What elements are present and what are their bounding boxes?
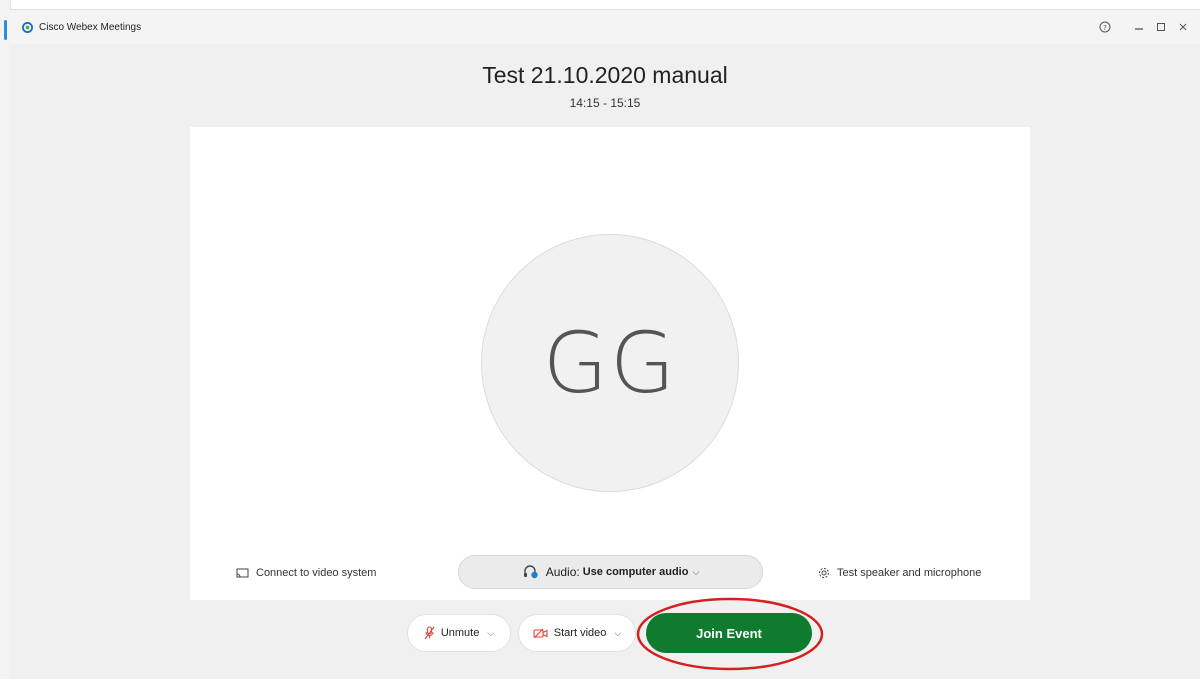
avatar-initials: GG [542, 314, 678, 412]
join-event-button[interactable]: Join Event [646, 613, 812, 653]
audio-label: Audio: [545, 565, 580, 579]
test-speaker-microphone-label: Test speaker and microphone [837, 567, 982, 579]
webex-logo-icon [22, 22, 33, 33]
microphone-muted-icon [424, 626, 435, 640]
screen: Cisco Webex Meetings ? Test 21.10.2020 m… [0, 0, 1200, 679]
background-window-accent [4, 20, 7, 40]
app-title: Cisco Webex Meetings [39, 22, 142, 33]
maximize-icon[interactable] [1153, 19, 1169, 35]
title-bar: Cisco Webex Meetings ? [10, 10, 1200, 44]
chevron-down-icon: ⌵ [692, 566, 700, 577]
cast-icon [236, 568, 249, 577]
test-speaker-microphone-button[interactable]: Test speaker and microphone [818, 566, 981, 580]
audio-selector[interactable]: Audio: Use computer audio ⌵ [458, 555, 763, 589]
chevron-down-icon[interactable]: ⌵ [614, 628, 621, 639]
meeting-time: 14:15 - 15:15 [569, 96, 641, 110]
close-icon[interactable] [1175, 19, 1191, 35]
unmute-label: Unmute [440, 627, 480, 639]
gear-icon [819, 568, 829, 578]
video-off-icon [533, 628, 548, 638]
connect-video-system-button[interactable]: Connect to video system [236, 566, 376, 580]
minimize-icon[interactable] [1131, 19, 1147, 35]
help-icon[interactable]: ? [1097, 19, 1113, 35]
svg-text:?: ? [1103, 24, 1107, 32]
headset-icon [523, 565, 538, 579]
unmute-button[interactable]: Unmute ⌵ [407, 614, 511, 652]
audio-value: Use computer audio [582, 566, 689, 578]
connect-video-system-label: Connect to video system [256, 567, 377, 579]
meeting-title: Test 21.10.2020 manual [482, 62, 728, 88]
avatar: GG [481, 234, 739, 492]
start-video-button[interactable]: Start video ⌵ [518, 614, 636, 652]
start-video-label: Start video [553, 627, 607, 639]
webex-window: Cisco Webex Meetings ? Test 21.10.2020 m… [10, 9, 1200, 679]
video-preview-panel: GG Connect to video system Audio: Use co… [190, 127, 1030, 600]
chevron-down-icon[interactable]: ⌵ [487, 628, 494, 639]
